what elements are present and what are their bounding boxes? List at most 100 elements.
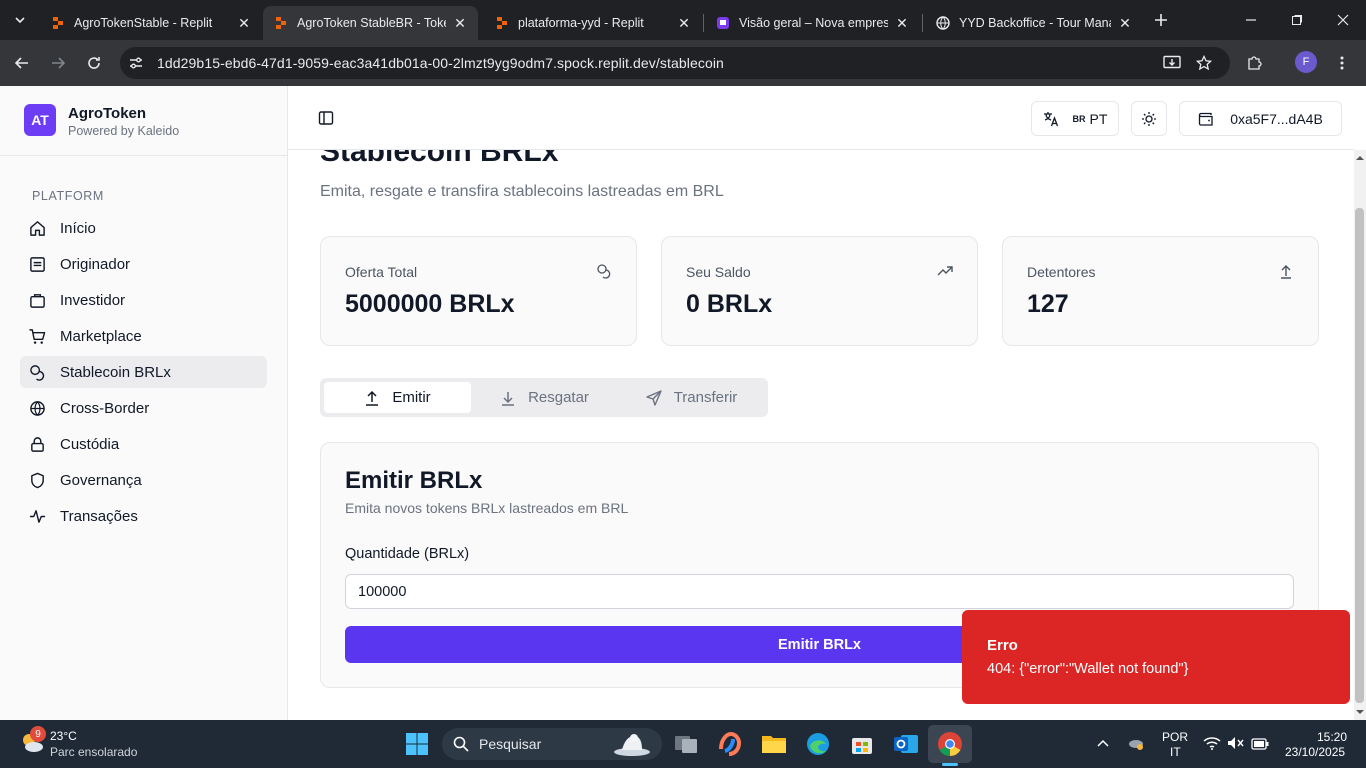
edge-icon[interactable] (802, 728, 834, 760)
brand-subtitle: Powered by Kaleido (68, 124, 180, 138)
scrollbar-thumb[interactable] (1355, 208, 1364, 703)
task-view-icon[interactable] (670, 728, 702, 760)
browser-tab-3[interactable]: plataforma-yyd - Replit ✕ (484, 6, 702, 40)
close-tab-icon[interactable]: ✕ (452, 15, 468, 31)
replit-icon (273, 15, 289, 31)
toast-message: 404: {"error":"Wallet not found"} (987, 661, 1189, 677)
volume-muted-icon[interactable] (1227, 736, 1245, 750)
sidebar-item-cross-border[interactable]: Cross-Border (20, 392, 267, 424)
tab-title: AgroTokenStable - Replit (74, 16, 213, 30)
browser-tab-5[interactable]: YYD Backoffice - Tour Manag ✕ (925, 6, 1143, 40)
browser-tab-4[interactable]: Visão geral – Nova empresa ✕ (705, 6, 920, 40)
back-icon[interactable] (10, 51, 34, 75)
sun-icon (1141, 111, 1157, 127)
new-tab-button[interactable] (1149, 0, 1173, 40)
app-icon (715, 15, 731, 31)
error-toast[interactable]: Erro 404: {"error":"Wallet not found"} (962, 610, 1350, 704)
chrome-taskbar-icon[interactable] (928, 725, 972, 763)
clock-time[interactable]: 15:20 (1317, 730, 1347, 744)
clock-date[interactable]: 23/10/2025 (1285, 745, 1345, 759)
brand-logo: AT (24, 104, 56, 136)
sidebar-item-label: Investidor (60, 291, 126, 309)
install-app-icon[interactable] (1160, 51, 1184, 75)
quantity-input[interactable] (345, 574, 1294, 609)
sidebar-toggle-icon[interactable] (314, 106, 338, 130)
brand-name: AgroToken (68, 105, 147, 122)
wifi-icon[interactable] (1203, 736, 1221, 750)
arrow-up-icon (1278, 263, 1294, 279)
send-icon (645, 389, 662, 406)
form-subtitle: Emita novos tokens BRLx lastreados em BR… (345, 500, 629, 516)
outlook-icon[interactable] (890, 728, 922, 760)
onedrive-icon[interactable] (1127, 735, 1145, 751)
close-tab-icon[interactable]: ✕ (894, 15, 910, 31)
sidebar-section-label: PLATFORM (32, 189, 104, 203)
lock-icon (28, 435, 46, 453)
forward-icon[interactable] (46, 51, 70, 75)
quantity-label: Quantidade (BRLx) (345, 546, 470, 562)
tab-emitir[interactable]: Emitir (324, 382, 471, 413)
tab-label: Transferir (673, 389, 738, 406)
sidebar-item-label: Governança (60, 471, 142, 489)
home-icon (28, 219, 46, 237)
taskbar-search-placeholder: Pesquisar (479, 736, 542, 752)
sidebar-item-investidor[interactable]: Investidor (20, 284, 267, 316)
profile-avatar[interactable]: F (1295, 51, 1317, 73)
site-info-icon[interactable] (124, 51, 148, 75)
sidebar-item-governanca[interactable]: Governança (20, 464, 267, 496)
stat-card-total-supply: Oferta Total 5000000 BRLx (320, 236, 637, 346)
sidebar-item-originador[interactable]: Originador (20, 248, 267, 280)
weather-desc[interactable]: Parc ensolarado (50, 745, 137, 759)
bookmark-star-icon[interactable] (1192, 51, 1216, 75)
url-text[interactable]: 1dd29b15-ebd6-47d1-9059-eac3a41db01a-00-… (157, 55, 724, 71)
language-button[interactable]: BR PT (1031, 101, 1119, 136)
globe-icon (28, 399, 46, 417)
ms-store-icon[interactable] (846, 728, 878, 760)
upload-icon (364, 390, 380, 406)
windows-start-icon[interactable] (401, 728, 433, 760)
stat-value: 5000000 BRLx (345, 290, 515, 318)
tab-resgatar[interactable]: Resgatar (471, 382, 618, 413)
wallet-icon (1198, 111, 1214, 127)
close-window-button[interactable] (1320, 0, 1366, 40)
extensions-icon[interactable] (1242, 51, 1266, 75)
wallet-button[interactable]: 0xa5F7...dA4B (1179, 101, 1342, 136)
keyboard-lang-line1[interactable]: POR (1162, 730, 1188, 744)
sidebar-item-marketplace[interactable]: Marketplace (20, 320, 267, 352)
sidebar-item-label: Marketplace (60, 327, 142, 345)
tray-chevron-up-icon[interactable] (1097, 738, 1109, 748)
language-code: PT (1089, 110, 1108, 127)
tab-transferir[interactable]: Transferir (618, 382, 765, 413)
keyboard-lang-line2[interactable]: IT (1170, 745, 1181, 759)
active-app-indicator (942, 763, 958, 766)
page-subtitle: Emita, resgate e transfira stablecoins l… (320, 183, 724, 200)
sidebar-item-custodia[interactable]: Custódia (20, 428, 267, 460)
scroll-up-icon[interactable] (1355, 153, 1365, 163)
sidebar-item-transacoes[interactable]: Transações (20, 500, 267, 532)
sidebar-item-inicio[interactable]: Início (20, 212, 267, 244)
file-explorer-icon[interactable] (758, 728, 790, 760)
browser-tab-1[interactable]: AgroTokenStable - Replit ✕ (40, 6, 262, 40)
battery-icon[interactable] (1251, 738, 1269, 750)
sidebar-item-label: Originador (60, 255, 131, 273)
close-tab-icon[interactable]: ✕ (236, 15, 252, 31)
language-flag: BR (1072, 113, 1086, 124)
chrome-menu-icon[interactable] (1330, 51, 1354, 75)
theme-toggle-button[interactable] (1131, 101, 1167, 136)
tab-title: YYD Backoffice - Tour Manag (959, 16, 1111, 30)
translate-icon (1043, 111, 1059, 127)
close-tab-icon[interactable]: ✕ (1117, 15, 1133, 31)
browser-tab-2[interactable]: AgroToken StableBR - Token ✕ (263, 6, 478, 40)
close-tab-icon[interactable]: ✕ (676, 15, 692, 31)
weather-temp[interactable]: 23°C (50, 729, 77, 743)
tab-search-icon[interactable] (8, 8, 32, 32)
reload-icon[interactable] (82, 51, 106, 75)
trending-up-icon (937, 263, 953, 279)
stat-card-balance: Seu Saldo 0 BRLx (661, 236, 978, 346)
minimize-button[interactable] (1228, 0, 1274, 40)
sidebar-item-stablecoin[interactable]: Stablecoin BRLx (20, 356, 267, 388)
scroll-down-icon[interactable] (1355, 707, 1365, 717)
stat-card-holders: Detentores 127 (1002, 236, 1319, 346)
copilot-m365-icon[interactable] (714, 728, 746, 760)
maximize-button[interactable] (1274, 0, 1320, 40)
